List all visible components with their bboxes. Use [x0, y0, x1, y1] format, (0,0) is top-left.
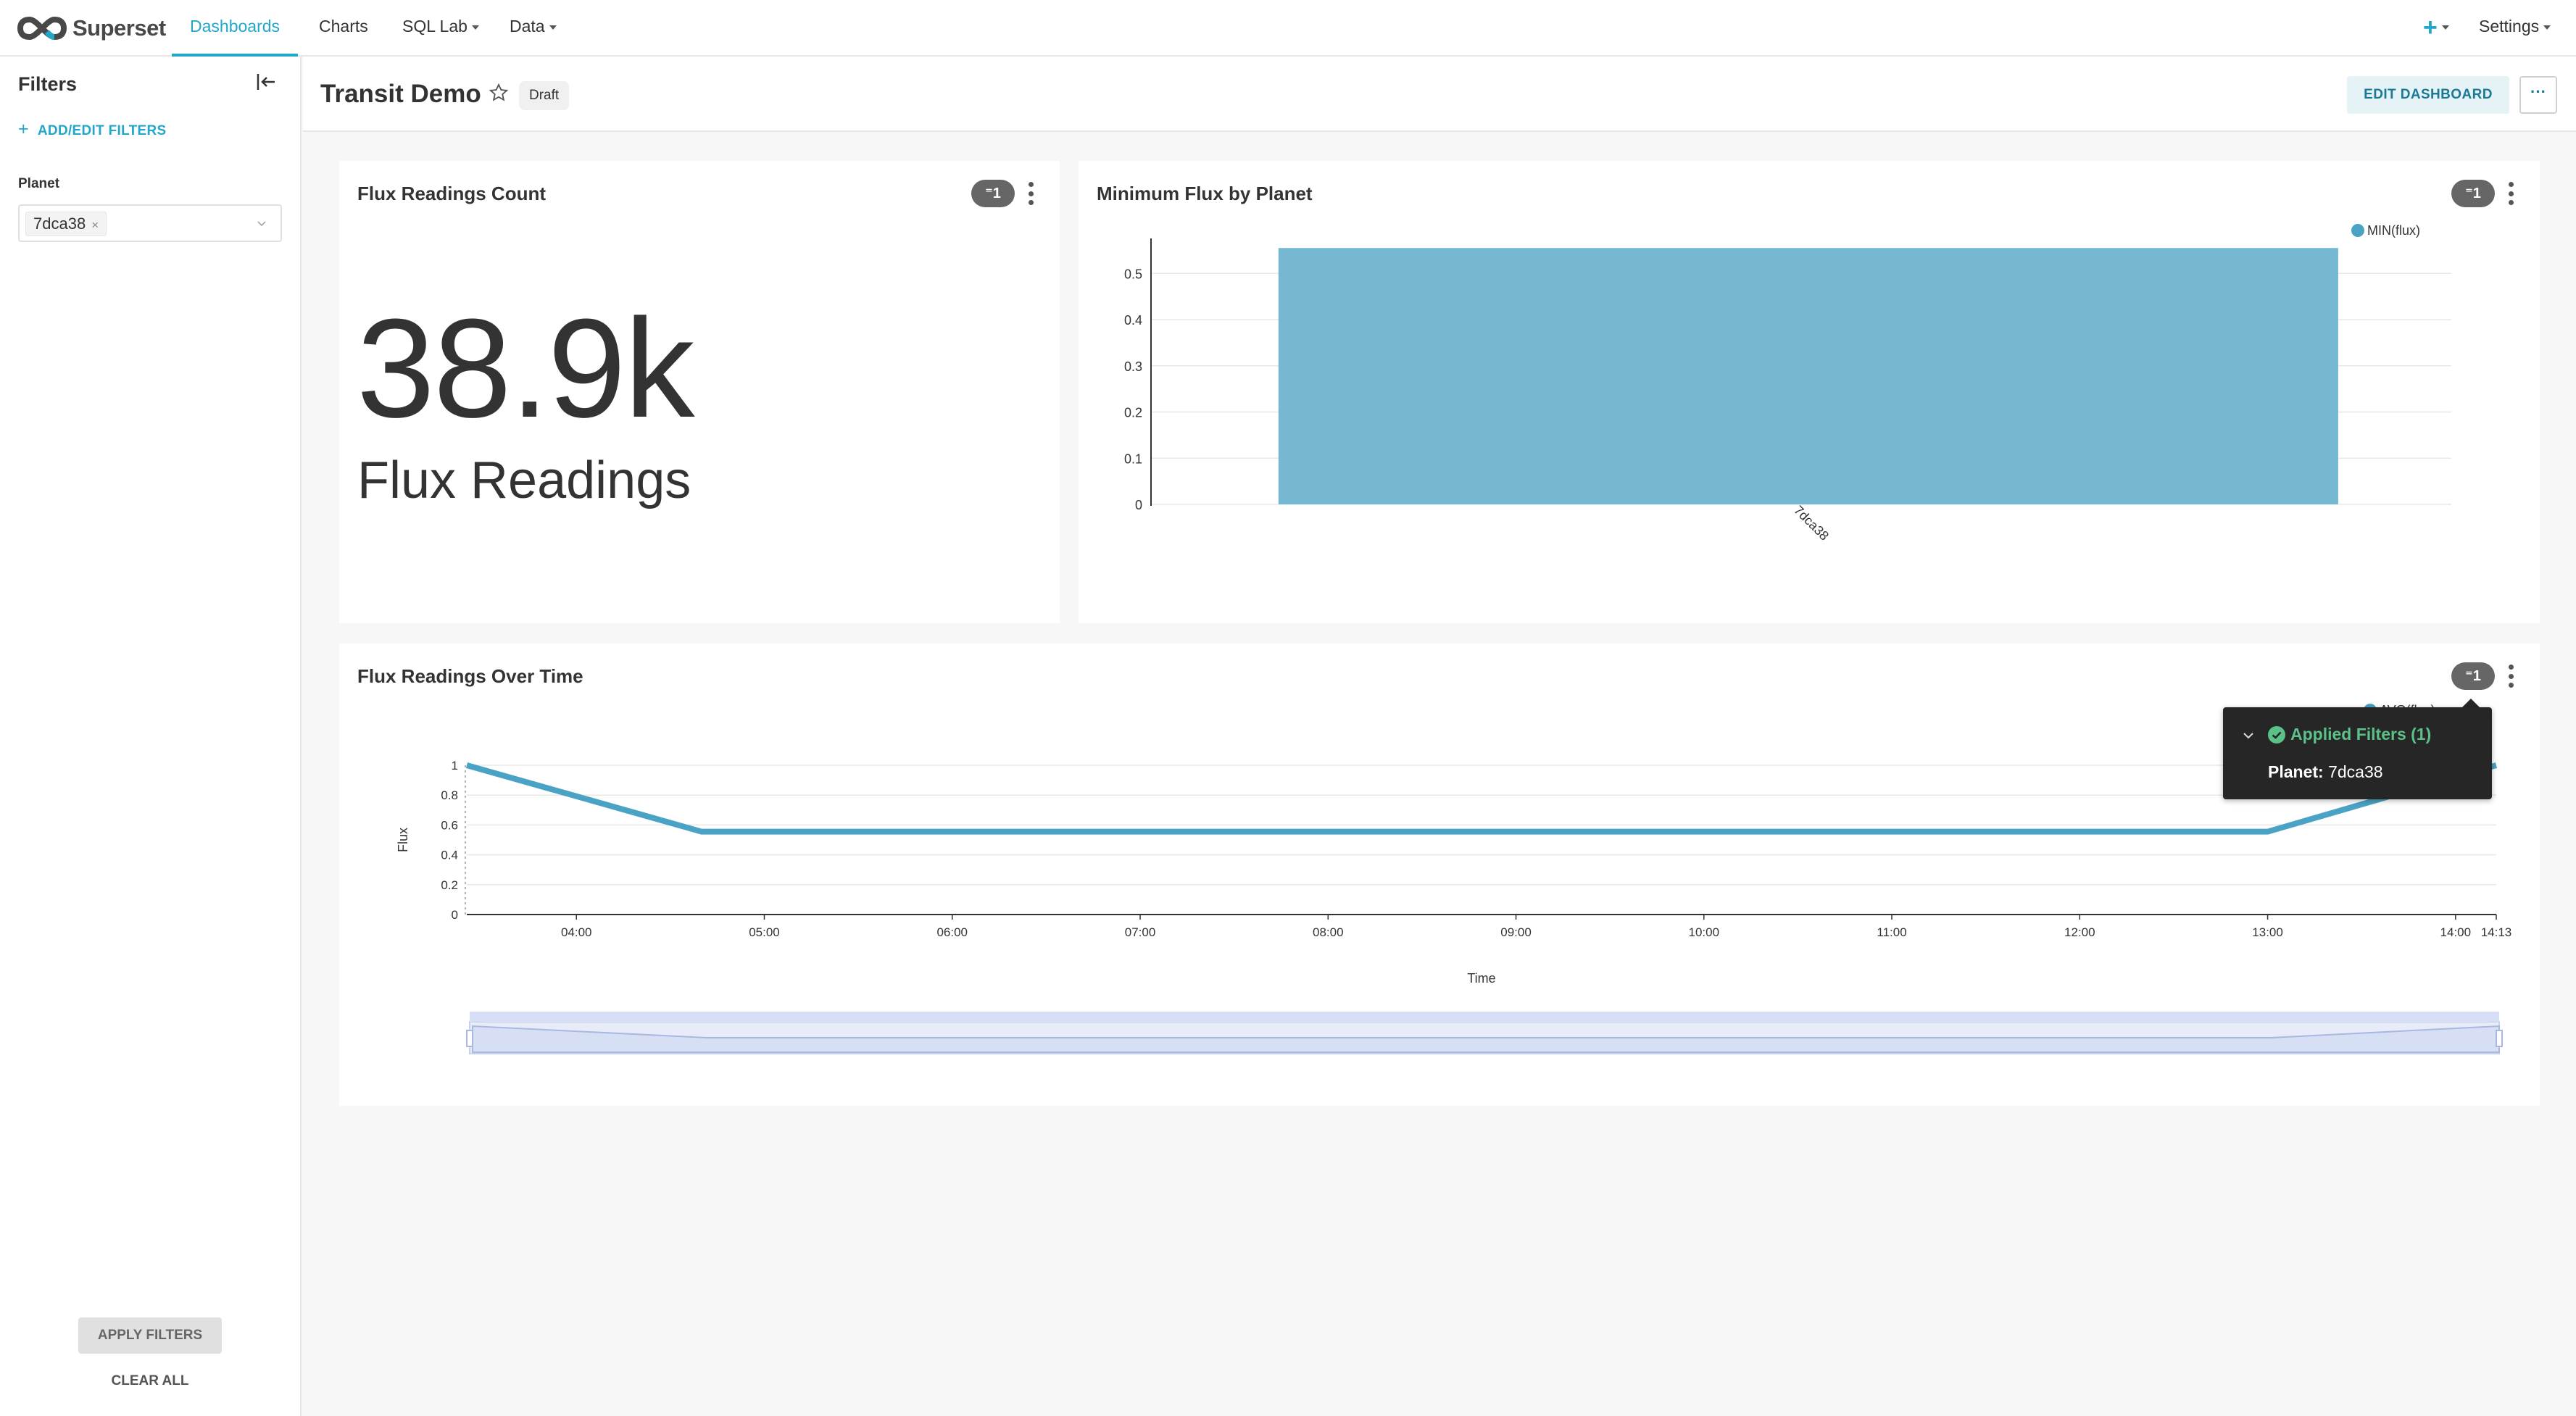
series-line — [465, 762, 2498, 835]
zoom-slider-bar — [470, 1012, 2499, 1022]
zoom-handle-left — [466, 1030, 473, 1047]
applied-filter-value: 7dca38 — [2328, 762, 2383, 781]
settings-label: Settings — [2479, 17, 2540, 36]
settings-menu[interactable]: Settings — [2479, 0, 2551, 57]
x-tick-label: 09:00 — [1500, 925, 1532, 939]
nav-sql-lab-label: SQL Lab — [402, 17, 468, 36]
y-tick-label: 0 — [1135, 498, 1142, 512]
y-tick-label: 0.4 — [441, 849, 458, 862]
superset-logo[interactable]: Superset — [17, 9, 166, 48]
line-chart: 0 0.2 0.4 0.6 0.8 1 04:00 05:00 06:00 07:00 08:00 0… — [396, 703, 2512, 1054]
bar-chart: 0 0.1 0.2 0.3 0.4 0.5 7dca38 MIN(flux) — [1124, 223, 2451, 544]
y-tick-label: 0.2 — [441, 878, 458, 892]
plus-icon: + — [18, 119, 29, 139]
applied-filters-title: Applied Filters (1) — [2290, 725, 2432, 744]
zoom-handle-right — [2496, 1030, 2503, 1047]
chevron-down-icon — [471, 25, 479, 30]
x-axis-label: Time — [1467, 971, 1495, 986]
y-tick-label: 0.6 — [441, 818, 458, 832]
x-tick-label: 12:00 — [2064, 925, 2095, 939]
nav-charts[interactable]: Charts — [319, 0, 368, 57]
filter-icon: ⁼ — [985, 186, 993, 201]
y-tick-label: 0.2 — [1124, 406, 1142, 420]
filters-sidebar: Filters + ADD/EDIT FILTERS Planet 7dca38 ×… — [0, 57, 302, 1416]
more-options-button[interactable]: ··· — [2519, 76, 2557, 114]
y-tick-label: 1 — [452, 759, 458, 772]
chevron-down-icon[interactable] — [2242, 730, 2255, 741]
applied-filters-tooltip: Applied Filters (1) Planet: 7dca38 — [2223, 707, 2492, 799]
x-tick-label: 11:00 — [1877, 925, 1906, 939]
x-tick-label: 13:00 — [2252, 925, 2283, 939]
chart-card-flux-over-time: Flux Readings Over Time ⁼1 0 0.2 0.4 0.6 0.8… — [339, 644, 2540, 1106]
y-axis-label: Flux — [396, 828, 410, 852]
draft-status-badge[interactable]: Draft — [519, 81, 570, 110]
x-tick-label: 05:00 — [749, 925, 780, 939]
nav-data-label: Data — [510, 17, 545, 36]
chevron-down-icon — [2543, 25, 2551, 30]
tooltip-arrow — [2462, 699, 2480, 707]
nav-dashboards[interactable]: Dashboards — [172, 0, 299, 57]
applied-filters-badge[interactable]: ⁼1 — [971, 180, 1015, 207]
nav-sql-lab[interactable]: SQL Lab — [402, 0, 479, 57]
dashboard-header: Transit Demo Draft EDIT DASHBOARD ··· — [303, 57, 2576, 132]
x-tick-label: 06:00 — [936, 925, 968, 939]
plus-icon: + — [2423, 13, 2438, 41]
tag-label: 7dca38 — [33, 215, 86, 233]
legend-marker — [2351, 224, 2364, 237]
chevron-down-icon — [2441, 25, 2449, 30]
top-navbar: Superset Dashboards Charts SQL Lab Data … — [0, 0, 2576, 57]
superset-logo-icon — [17, 16, 67, 41]
clear-all-button[interactable]: CLEAR ALL — [78, 1367, 222, 1396]
star-icon[interactable] — [489, 83, 509, 103]
x-tick-label: 04:00 — [561, 925, 592, 939]
applied-filter-row: Planet: 7dca38 — [2268, 762, 2383, 782]
chart-card-flux-count: Flux Readings Count ⁼1 38.9k Flux Readin… — [339, 161, 1060, 623]
x-tick-label: 10:00 — [1689, 925, 1720, 939]
x-tick-label: 07:00 — [1125, 925, 1156, 939]
dashboard-title[interactable]: Transit Demo — [320, 80, 481, 109]
big-number-value: 38.9k — [357, 290, 695, 447]
chart-title: Flux Readings Count — [357, 183, 546, 204]
x-tick-label: 14:13 — [2481, 925, 2512, 939]
chart-menu-icon[interactable] — [1026, 182, 1036, 205]
y-tick-label: 0.3 — [1124, 359, 1142, 374]
check-circle-icon — [2268, 726, 2285, 744]
add-edit-filters-label: ADD/EDIT FILTERS — [37, 123, 167, 138]
chevron-down-icon — [549, 25, 557, 30]
filter-count: 1 — [992, 186, 1001, 201]
apply-filters-button[interactable]: APPLY FILTERS — [78, 1317, 222, 1354]
y-tick-label: 0.8 — [441, 788, 458, 802]
selected-value-tag: 7dca38 × — [25, 212, 107, 236]
nav-data[interactable]: Data — [510, 0, 557, 57]
x-tick-label: 14:00 — [2440, 925, 2472, 939]
filters-title: Filters — [18, 73, 78, 95]
filter-label-planet: Planet — [18, 176, 60, 191]
y-tick-label: 0.1 — [1124, 451, 1142, 466]
collapse-sidebar-icon[interactable] — [255, 71, 277, 93]
brand-name: Superset — [72, 15, 166, 41]
x-tick-label: 08:00 — [1313, 925, 1344, 939]
big-number-subheader: Flux Readings — [357, 451, 691, 509]
new-item-menu[interactable]: + — [2423, 0, 2449, 57]
remove-tag-icon[interactable]: × — [91, 218, 99, 232]
planet-filter-select[interactable]: 7dca38 × — [18, 204, 282, 242]
applied-filter-name: Planet: — [2268, 762, 2324, 781]
chevron-down-icon — [257, 221, 266, 227]
y-tick-label: 0.5 — [1124, 267, 1142, 281]
x-tick-label: 7dca38 — [1791, 503, 1832, 544]
legend-label: MIN(flux) — [2367, 223, 2420, 238]
add-edit-filters-button[interactable]: + ADD/EDIT FILTERS — [18, 119, 166, 140]
bar — [1278, 248, 2338, 504]
y-tick-label: 0.4 — [1124, 313, 1142, 328]
y-tick-label: 0 — [452, 908, 458, 922]
chart-card-min-flux: Minimum Flux by Planet ⁼1 0 0.1 0.2 0.3 0.4 0… — [1079, 161, 2540, 623]
edit-dashboard-button[interactable]: EDIT DASHBOARD — [2347, 76, 2509, 114]
